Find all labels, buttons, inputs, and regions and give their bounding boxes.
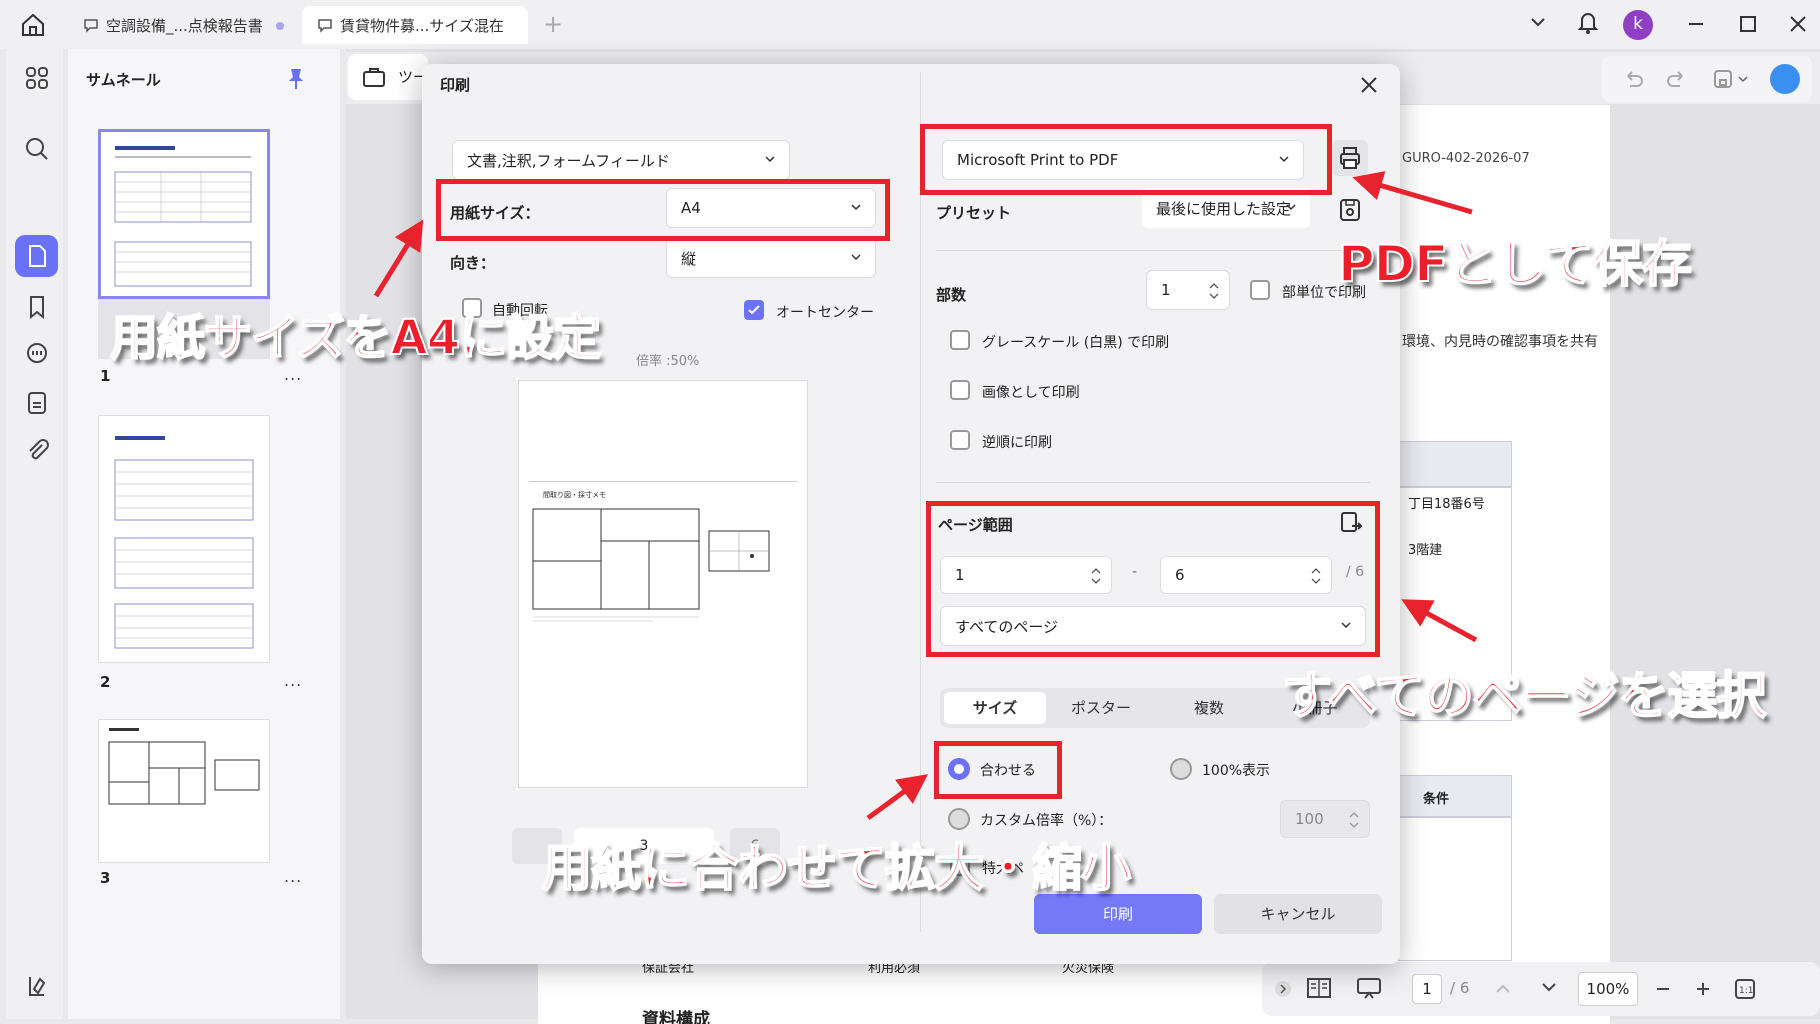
arrow-paper (373, 219, 424, 298)
arrow-pages (1401, 599, 1478, 643)
arrow-pdf (1352, 171, 1473, 215)
annotation-all-pages: すべてのページを選択 (1281, 666, 1767, 726)
annotation-fit-scale: 用紙に合わせて拡大・縮小 (541, 838, 1132, 898)
annotation-save-pdf: PDFとして保存 (1337, 234, 1693, 294)
arrow-fit (866, 774, 929, 821)
annotation-paper-size: 用紙サイズをA4に設定 (109, 309, 602, 367)
